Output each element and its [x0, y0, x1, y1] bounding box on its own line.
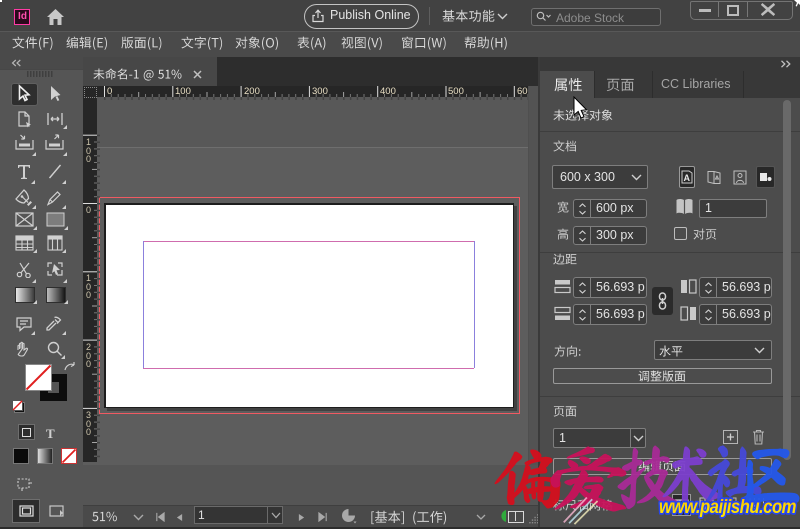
svg-text:www.paijishu.com: www.paijishu.com: [659, 496, 796, 518]
